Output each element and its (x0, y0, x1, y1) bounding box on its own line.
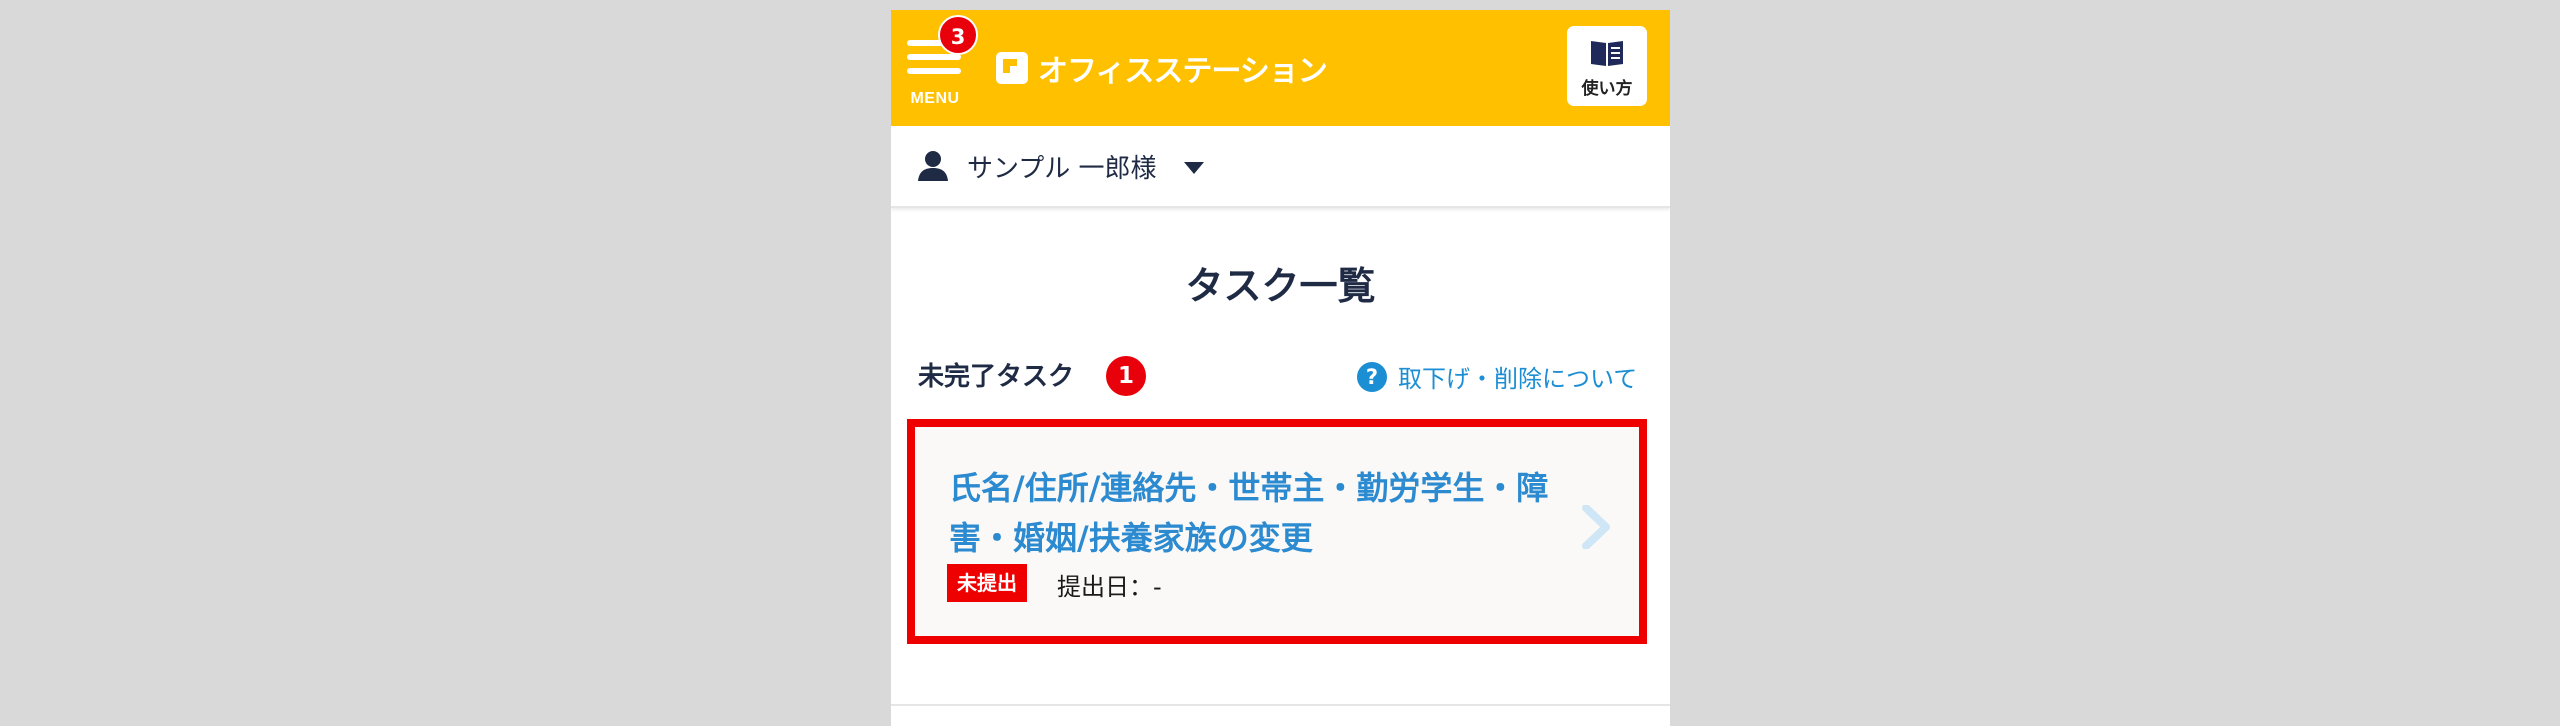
logo-text: オフィスステーション (1038, 54, 1328, 89)
logo-mark-icon (996, 52, 1028, 84)
help-link-text: 取下げ・削除について (1398, 365, 1638, 393)
question-icon: ? (1357, 361, 1387, 392)
howto-label: 使い方 (1581, 79, 1633, 99)
incomplete-count-badge: 1 (1106, 356, 1146, 396)
book-icon (1591, 41, 1623, 66)
user-icon (918, 151, 948, 181)
divider (891, 704, 1670, 706)
chevron-right-icon (1582, 505, 1610, 549)
page-title: タスク一覧 (1185, 264, 1376, 308)
task-title: 氏名/住所/連絡先・世帯主・勤労学生・障害・婚姻/扶養家族の変更 (949, 469, 1549, 557)
task-card[interactable]: 氏名/住所/連絡先・世帯主・勤労学生・障害・婚姻/扶養家族の変更 未提出 提出日… (907, 419, 1647, 644)
submitted-date: 提出日：- (1057, 573, 1162, 601)
top-gap (891, 0, 1670, 10)
user-name: サンプル 一郎様 (967, 154, 1157, 184)
app-logo[interactable]: オフィスステーション (994, 48, 1328, 89)
status-badge: 未提出 (947, 564, 1027, 602)
chevron-down-icon (1184, 162, 1204, 174)
menu-notification-badge: 3 (938, 15, 978, 55)
app-viewport: MENU 3 オフィスステーション 使い方 サンプル 一郎様 タスク一覧 未完了… (891, 0, 1670, 726)
app-header: MENU 3 オフィスステーション 使い方 (891, 10, 1670, 126)
withdraw-delete-help-link[interactable]: ? 取下げ・削除について (1357, 359, 1637, 394)
menu-label: MENU (910, 90, 960, 107)
hamburger-icon-bar (907, 68, 961, 74)
incomplete-tasks-label: 未完了タスク (918, 362, 1075, 392)
howto-button[interactable]: 使い方 (1567, 26, 1647, 106)
user-bar[interactable]: サンプル 一郎様 (891, 126, 1670, 208)
hamburger-icon-bar (907, 54, 961, 60)
